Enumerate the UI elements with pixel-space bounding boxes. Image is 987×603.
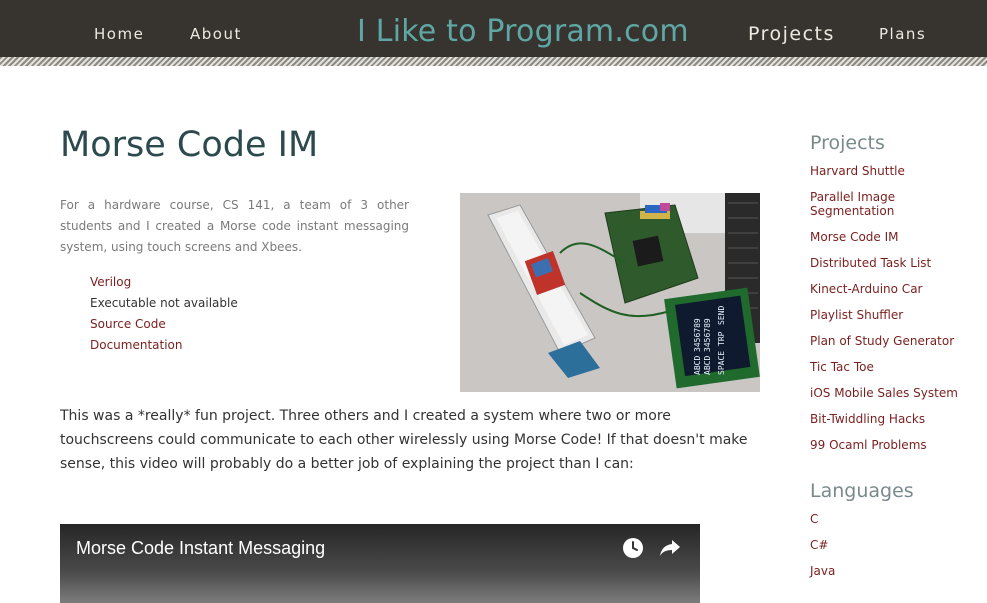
sidebar-project-link[interactable]: Bit-Twiddling Hacks <box>810 412 925 426</box>
screen-text-7: SEND <box>717 306 726 325</box>
hardware-photo-illustration: ABCD ABCD 3456789 3456789 SPACE TRP SEND <box>460 193 760 392</box>
sidebar-project-link[interactable]: Morse Code IM <box>810 230 899 244</box>
video-player[interactable]: Morse Code Instant Messaging <box>60 524 700 603</box>
verilog-link[interactable]: Verilog <box>90 275 131 289</box>
executable-unavailable-text: Executable not available <box>90 296 238 310</box>
list-item: Source Code <box>90 314 238 335</box>
sidebar-project-link[interactable]: 99 Ocaml Problems <box>810 438 927 452</box>
sidebar-project-link[interactable]: Tic Tac Toe <box>810 360 874 374</box>
sidebar-project-link[interactable]: Kinect-Arduino Car <box>810 282 922 296</box>
list-item: Harvard Shuttle <box>810 164 980 178</box>
list-item: Kinect-Arduino Car <box>810 282 980 296</box>
source-code-link[interactable]: Source Code <box>90 317 166 331</box>
video-title[interactable]: Morse Code Instant Messaging <box>76 538 325 559</box>
sidebar-project-link[interactable]: iOS Mobile Sales System <box>810 386 958 400</box>
list-item: Documentation <box>90 335 238 356</box>
list-item: Verilog <box>90 272 238 293</box>
clock-icon[interactable] <box>622 537 644 563</box>
screen-text-6: TRP <box>717 331 726 346</box>
project-description: This was a *really* fun project. Three o… <box>60 408 748 472</box>
sidebar-language-link[interactable]: C <box>810 512 818 526</box>
list-item: 99 Ocaml Problems <box>810 438 980 452</box>
sidebar-languages-heading: Languages <box>810 480 914 502</box>
site-title-link[interactable]: I Like to Program.com <box>357 14 689 49</box>
header-bar: Home About I Like to Program.com Project… <box>0 0 987 57</box>
list-item: Executable not available <box>90 293 238 314</box>
sidebar-project-link[interactable]: Distributed Task List <box>810 256 931 270</box>
list-item: Java <box>810 564 980 578</box>
list-item: Playlist Shuffler <box>810 308 980 322</box>
list-item: Bit-Twiddling Hacks <box>810 412 980 426</box>
list-item: iOS Mobile Sales System <box>810 386 980 400</box>
nav-about-link[interactable]: About <box>190 25 242 43</box>
sidebar-project-link[interactable]: Harvard Shuttle <box>810 164 905 178</box>
screen-text-3: 3456789 <box>693 318 702 352</box>
list-item: Morse Code IM <box>810 230 980 244</box>
screen-text-1: ABCD <box>693 356 702 375</box>
list-item: C <box>810 512 980 526</box>
sidebar-project-link[interactable]: Plan of Study Generator <box>810 334 954 348</box>
project-photo: ABCD ABCD 3456789 3456789 SPACE TRP SEND <box>460 193 760 392</box>
documentation-link[interactable]: Documentation <box>90 338 183 352</box>
screen-text-4: 3456789 <box>703 318 712 352</box>
sidebar-languages-list: C C# Java <box>810 512 980 578</box>
list-item: Tic Tac Toe <box>810 360 980 374</box>
list-item: C# <box>810 538 980 552</box>
sidebar-language-link[interactable]: Java <box>810 564 835 578</box>
header-stripe-divider <box>0 57 987 66</box>
project-links-list: Verilog Executable not available Source … <box>90 272 238 356</box>
sidebar-project-link[interactable]: Parallel Image Segmentation <box>810 190 895 218</box>
page-title: Morse Code IM <box>60 125 319 165</box>
sidebar-project-link[interactable]: Playlist Shuffler <box>810 308 903 322</box>
screen-text-5: SPACE <box>717 351 726 375</box>
share-icon[interactable] <box>658 537 682 563</box>
intro-paragraph: For a hardware course, CS 141, a team of… <box>60 198 409 254</box>
sidebar: Projects Harvard Shuttle Parallel Image S… <box>810 132 980 590</box>
nav-projects-link[interactable]: Projects <box>748 23 835 45</box>
sidebar-language-link[interactable]: C# <box>810 538 828 552</box>
sidebar-projects-heading: Projects <box>810 132 885 154</box>
list-item: Plan of Study Generator <box>810 334 980 348</box>
list-item: Parallel Image Segmentation <box>810 190 980 218</box>
sidebar-projects-list: Harvard Shuttle Parallel Image Segmentati… <box>810 164 980 452</box>
nav-home-link[interactable]: Home <box>94 25 144 43</box>
screen-text-2: ABCD <box>703 356 712 375</box>
nav-plans-link[interactable]: Plans <box>879 25 926 43</box>
list-item: Distributed Task List <box>810 256 980 270</box>
